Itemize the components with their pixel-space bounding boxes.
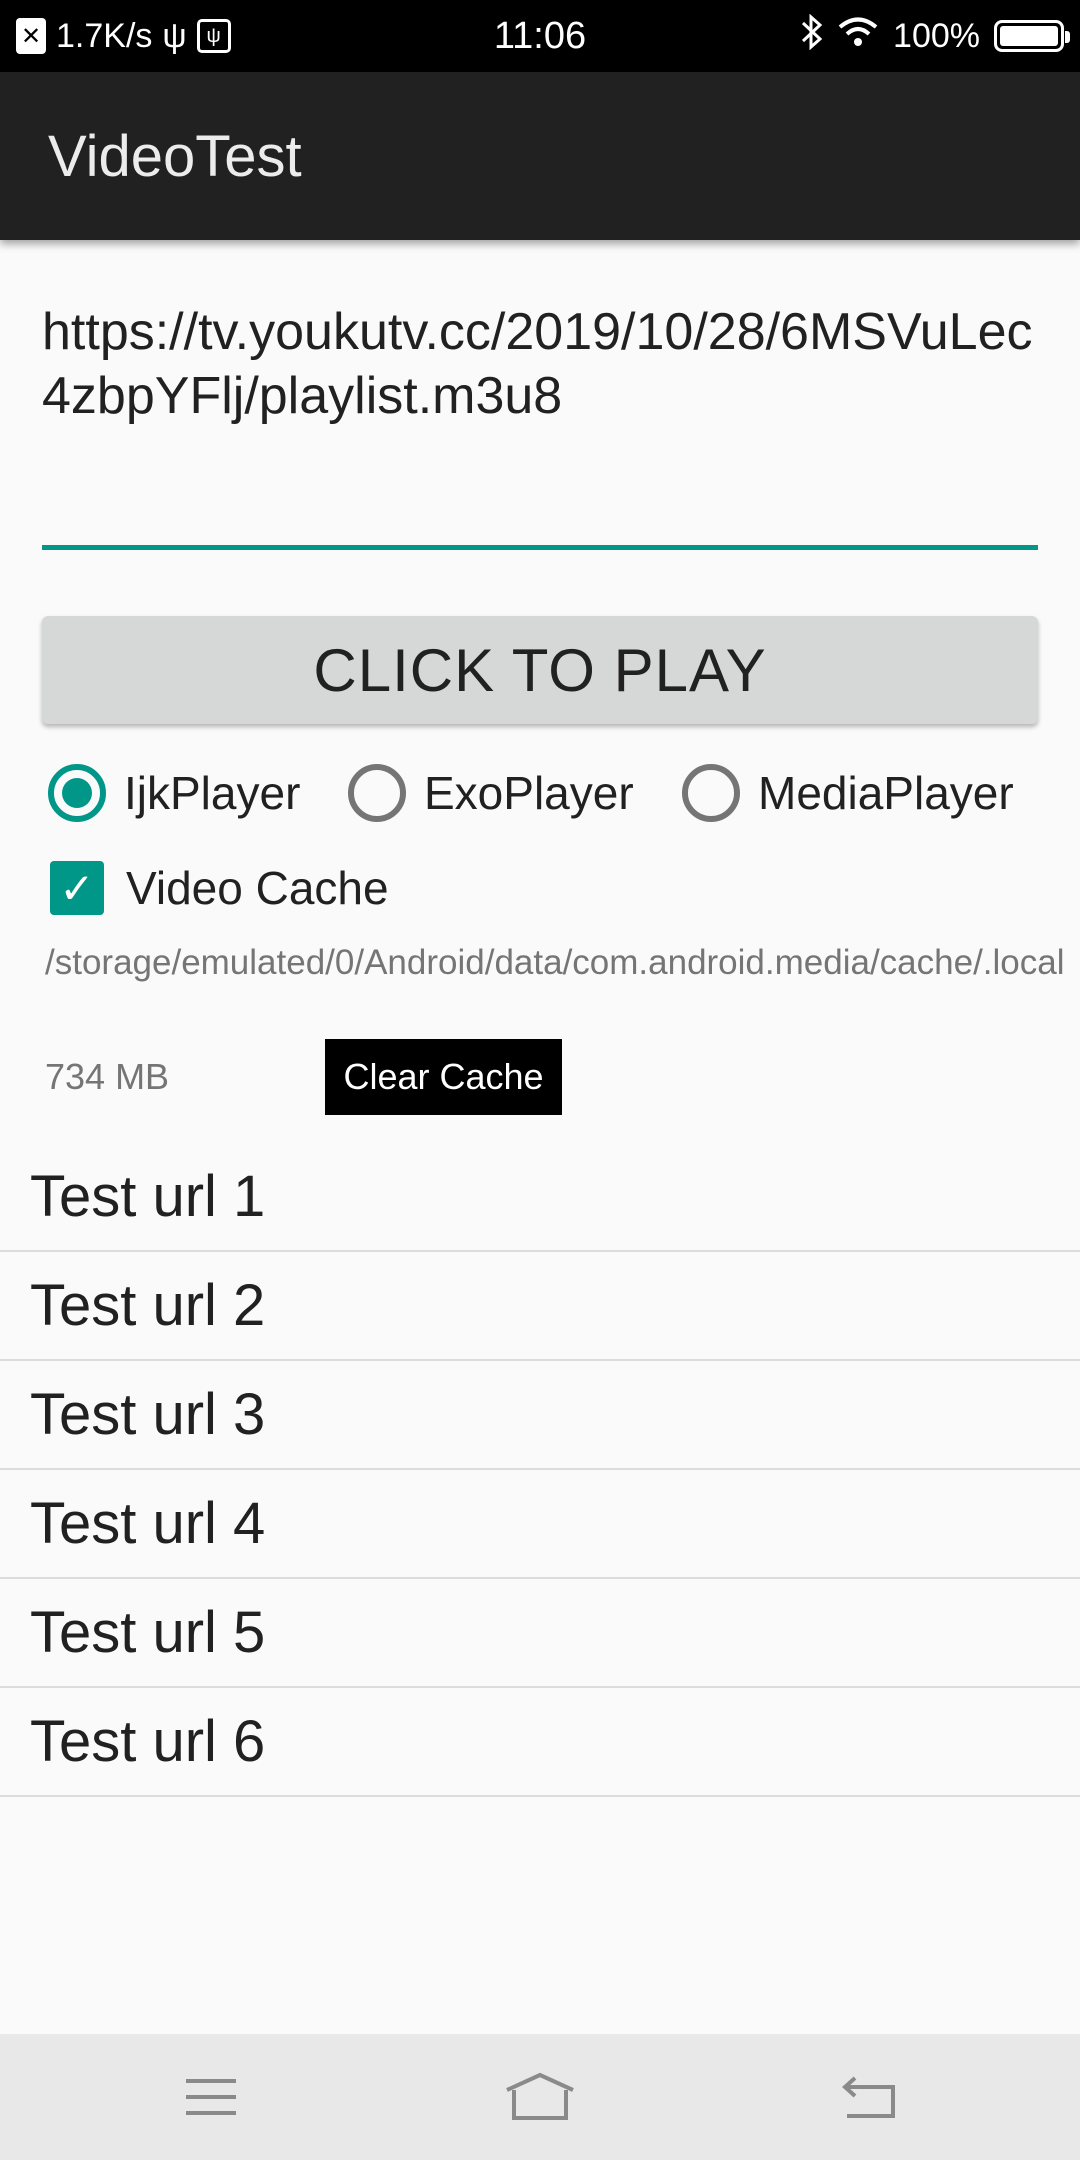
home-button[interactable] [460,2034,620,2160]
cache-size: 734 MB [45,1056,170,1097]
clear-cache-button[interactable]: Clear Cache [325,1039,562,1115]
checkbox-label: Video Cache [126,862,389,914]
list-item[interactable]: Test url 3 [0,1361,1080,1470]
radio-checked-icon [48,764,106,822]
back-button[interactable] [789,2034,949,2160]
cache-path: /storage/emulated/0/Android/data/com.and… [45,943,1065,982]
radio-ijkplayer[interactable]: IjkPlayer [48,758,300,828]
nav-bar [0,2034,1080,2160]
radio-mediaplayer[interactable]: MediaPlayer [682,758,1014,828]
menu-icon [186,2079,236,2115]
battery-percent: 100% [893,16,980,55]
list-item[interactable]: Test url 1 [0,1143,1080,1252]
list-item[interactable]: Test url 5 [0,1579,1080,1688]
app-bar: VideoTest [0,72,1080,240]
menu-button[interactable] [131,2034,291,2160]
list-item[interactable]: Test url 2 [0,1252,1080,1361]
back-icon [842,2076,895,2118]
radio-unchecked-icon [348,764,406,822]
play-button[interactable]: CLICK TO PLAY [42,616,1038,724]
radio-label: ExoPlayer [424,767,634,819]
status-bar: ✕ 1.7K/s ψ ψ 11:06 100% [0,0,1080,72]
battery-fill [1000,26,1058,46]
list-item[interactable]: Test url 6 [0,1688,1080,1797]
battery-icon [994,20,1070,52]
radio-label: MediaPlayer [758,767,1014,819]
checkmark-icon: ✓ [50,861,104,915]
test-url-list: Test url 1 Test url 2 Test url 3 Test ur… [0,1143,1080,1797]
screen: ✕ 1.7K/s ψ ψ 11:06 100% VideoTest https:… [0,0,1080,2160]
app-title: VideoTest [48,123,302,189]
url-input[interactable]: https://tv.youkutv.cc/2019/10/28/6MSVuLe… [42,300,1038,550]
radio-label: IjkPlayer [124,767,301,819]
home-icon [506,2072,574,2120]
radio-unchecked-icon [682,764,740,822]
radio-exoplayer[interactable]: ExoPlayer [348,758,634,828]
status-right: 100% [801,0,1070,72]
bluetooth-icon [801,13,823,59]
video-cache-checkbox[interactable]: ✓ Video Cache [50,856,389,920]
list-item[interactable]: Test url 4 [0,1470,1080,1579]
wifi-icon [837,15,879,58]
